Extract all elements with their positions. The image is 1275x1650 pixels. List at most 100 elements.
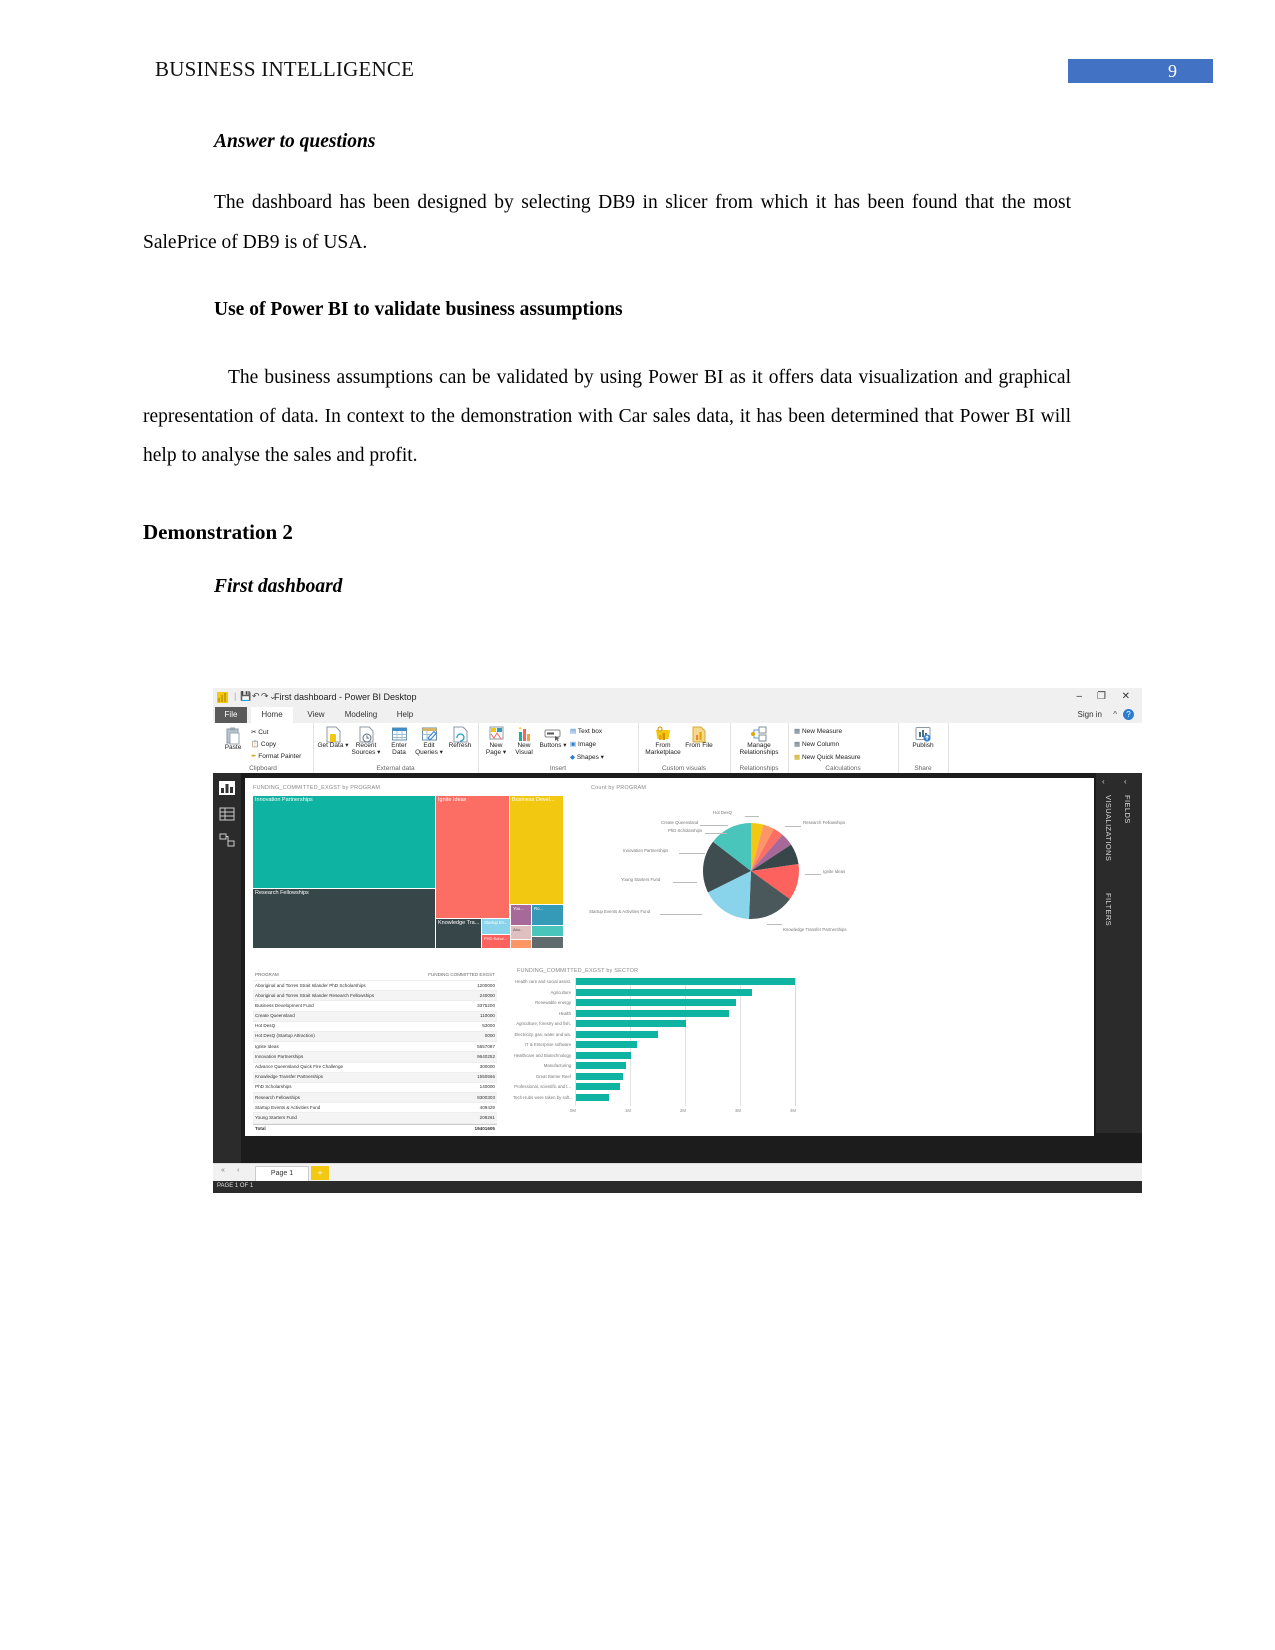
table-row[interactable]: PhD Scholarships 140000	[253, 1083, 497, 1094]
ribbon-button-recent-sources[interactable]: Recent Sources ▾	[349, 726, 383, 757]
table-row[interactable]: Hot DesQ 53000	[253, 1022, 497, 1032]
pane-fields-label[interactable]: FIELDS	[1123, 795, 1132, 824]
minimize-button[interactable]: –	[1076, 691, 1082, 702]
bar[interactable]	[576, 1083, 620, 1090]
treemap-tile[interactable]: Startup Ev...	[482, 919, 510, 934]
table-row[interactable]: Business Development Fund 3375200	[253, 1001, 497, 1012]
bar-x-tick: 3M	[735, 1108, 741, 1113]
table-row[interactable]: Advance Queensland Quick Fire Challenge 3…	[253, 1063, 497, 1073]
bar[interactable]	[576, 1041, 637, 1048]
table-row[interactable]: Hot DesQ (Startup Attraction) 0000	[253, 1031, 497, 1043]
model-view-icon[interactable]	[219, 833, 235, 847]
ribbon-button-get-data[interactable]: Get Data ▾	[317, 726, 349, 750]
ribbon-button-copy[interactable]: 📋 Copy	[251, 740, 276, 748]
treemap-tile[interactable]: Abo...	[511, 926, 531, 939]
ribbon-button-new-measure[interactable]: ▦ New Measure	[794, 727, 842, 735]
ribbon-button-from-marketplace[interactable]: From Marketplace	[642, 726, 684, 757]
treemap-visual[interactable]: Innovation Partnerships Research Fellows…	[253, 796, 563, 948]
sign-in-link[interactable]: Sign in	[1078, 710, 1102, 719]
undo-icon[interactable]: ↶	[252, 691, 260, 702]
table-row[interactable]: Young Starters Fund 208261	[253, 1113, 497, 1124]
treemap-tile[interactable]: Knowledge Tra...	[436, 919, 481, 948]
tab-file[interactable]: File	[215, 707, 247, 723]
tab-modeling[interactable]: Modeling	[337, 707, 385, 723]
bar[interactable]	[576, 1062, 626, 1069]
treemap-tile[interactable]: Ignite Ideas	[436, 796, 509, 918]
tab-view[interactable]: View	[299, 707, 333, 723]
bar-chart-visual[interactable]: Health care and social assist. Agricultu…	[513, 978, 843, 1126]
pane-visualizations-label[interactable]: VISUALIZATIONS	[1104, 795, 1113, 861]
bar[interactable]	[576, 1051, 631, 1059]
table-row[interactable]: Knowledge Transfer Partnerships 1550566	[253, 1072, 497, 1083]
help-icon[interactable]: ?	[1123, 709, 1134, 720]
ribbon-button-from-file[interactable]: From File	[684, 726, 714, 750]
chevron-up-icon[interactable]: ^	[1113, 710, 1117, 719]
treemap-tile[interactable]	[532, 937, 563, 948]
bar[interactable]	[576, 1093, 609, 1101]
treemap-tile[interactable]: Ro...	[532, 905, 563, 925]
treemap-tile[interactable]	[532, 926, 563, 936]
report-view-icon[interactable]	[219, 781, 235, 795]
treemap-tile[interactable]: Research Fellowships	[253, 889, 435, 948]
treemap-tile[interactable]: You...	[511, 905, 531, 925]
chevron-left-icon-1[interactable]: ‹	[1102, 777, 1105, 786]
table-row[interactable]: Startup Events & Activities Fund 409429	[253, 1103, 497, 1114]
table-row[interactable]: Research Fellowships 9300303	[253, 1093, 497, 1104]
bar[interactable]	[576, 999, 736, 1006]
tab-help[interactable]: Help	[389, 707, 421, 723]
data-view-icon[interactable]	[219, 807, 235, 821]
ribbon-button-manage-relationships[interactable]: Manage Relationships	[736, 726, 782, 757]
treemap-tile[interactable]: Business Devel...	[510, 796, 563, 904]
new-measure-icon: ▦	[794, 728, 801, 735]
ribbon-label-paste: Paste	[224, 744, 242, 751]
bar[interactable]	[576, 1009, 729, 1017]
table-row[interactable]: Ignite Ideas 5657087	[253, 1042, 497, 1053]
treemap-tile[interactable]	[511, 940, 531, 948]
ribbon-button-new-column[interactable]: ▦ New Column	[794, 740, 839, 748]
bar[interactable]	[576, 1030, 658, 1038]
ribbon-button-edit-queries[interactable]: Edit Queries ▾	[413, 726, 445, 757]
ribbon-button-shapes[interactable]: ◆ Shapes ▾	[570, 753, 604, 761]
ribbon-button-refresh[interactable]: Refresh	[446, 726, 474, 750]
bar[interactable]	[576, 1020, 686, 1027]
table-total-row: Total 19401605	[253, 1123, 497, 1134]
table-row[interactable]: Aboriginal and Torres Strait Islander Ph…	[253, 981, 497, 992]
save-icon[interactable]: 💾	[240, 691, 251, 702]
data-table-visual[interactable]: PROGRAM FUNDING COMMITTED EXGST Aborigin…	[253, 970, 497, 1131]
redo-icon[interactable]: ↷	[261, 691, 269, 702]
treemap-tile[interactable]: Innovation Partnerships	[253, 796, 435, 888]
ribbon-button-buttons[interactable]: Buttons ▾	[538, 726, 568, 750]
chevron-prev-icon[interactable]: ‹	[237, 1167, 239, 1174]
treemap-tile[interactable]: PHD Schol...	[482, 935, 510, 948]
ribbon-label-format-painter: Format Painter	[258, 753, 302, 760]
bar[interactable]	[576, 1072, 623, 1080]
bar[interactable]	[576, 978, 795, 985]
ribbon-button-new-visual[interactable]: ✦ New Visual	[510, 726, 538, 757]
table-row[interactable]: Aboriginal and Torres Strait Islander Re…	[253, 991, 497, 1002]
ribbon-button-format-painter[interactable]: ✒ Format Painter	[251, 752, 301, 760]
table-row[interactable]: Innovation Partnerships 9640252	[253, 1052, 497, 1063]
ribbon-group-name-share: Share	[914, 765, 932, 772]
ribbon-button-new-page[interactable]: New Page ▾	[482, 726, 510, 757]
table-cell-value: 208261	[479, 1114, 495, 1120]
chevron-first-icon[interactable]: «	[221, 1167, 225, 1174]
restore-button[interactable]: ❐	[1097, 691, 1106, 702]
bar[interactable]	[576, 988, 752, 996]
report-canvas[interactable]: FUNDING_COMMITTED_EXGST by PROGRAM Innov…	[245, 778, 1094, 1136]
ribbon-button-enter-data[interactable]: Enter Data	[385, 726, 413, 757]
ribbon-button-publish[interactable]: Publish	[904, 726, 942, 750]
ribbon-button-text-box[interactable]: ▤ Text box	[570, 727, 602, 735]
close-button[interactable]: ✕	[1122, 691, 1130, 702]
ribbon-button-new-quick-measure[interactable]: ▦ New Quick Measure	[794, 753, 861, 761]
bar-x-tick: 1M	[625, 1108, 631, 1113]
ribbon-button-cut[interactable]: ✂ Cut	[251, 728, 268, 736]
page-tab-page-1[interactable]: Page 1	[255, 1166, 309, 1182]
pie-visual[interactable]: Hot DesQ Create Queensland PhD Scholarsh…	[575, 796, 905, 946]
chevron-left-icon-2[interactable]: ‹	[1124, 777, 1127, 786]
add-page-button[interactable]: +	[311, 1166, 329, 1180]
ribbon-button-image[interactable]: ▣ Image	[570, 740, 596, 748]
tab-home[interactable]: Home	[251, 707, 293, 723]
table-row[interactable]: Create Queensland 110000	[253, 1011, 497, 1022]
pane-filters-label[interactable]: FILTERS	[1104, 893, 1113, 926]
ribbon-button-paste[interactable]: Paste	[219, 727, 247, 752]
